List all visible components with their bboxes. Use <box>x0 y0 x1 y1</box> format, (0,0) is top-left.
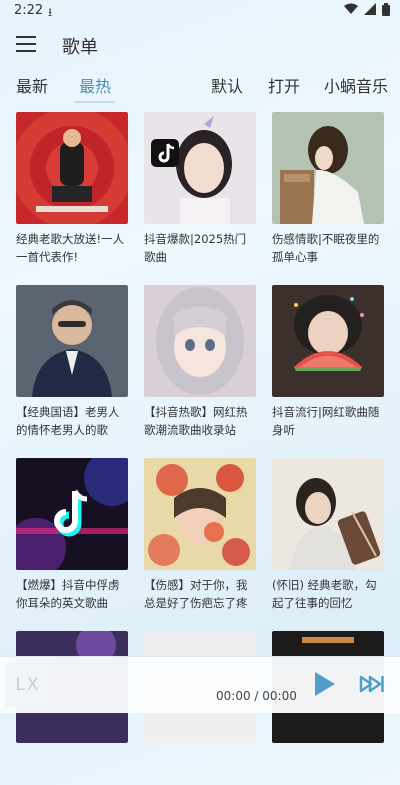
next-track-icon[interactable] <box>359 675 385 697</box>
playlist-name <box>16 749 128 785</box>
playlist-name: 【燃爆】抖音中俘虏你耳朵的英文歌曲 <box>16 578 120 610</box>
player-cover-logo[interactable]: LX <box>6 663 50 707</box>
playlist-cover <box>144 112 256 224</box>
playlist-cover <box>272 112 384 224</box>
playlist-card[interactable]: (怀旧) 经典老歌，勾起了往事的回忆 <box>272 458 384 612</box>
status-time: 2:22 <box>14 3 44 18</box>
playlist-card[interactable]: 【抖音热歌】网红热歌潮流歌曲收录站 <box>144 285 256 439</box>
tab-default[interactable]: 默认 <box>211 73 243 97</box>
signal-icon <box>364 3 376 19</box>
wifi-icon <box>344 3 358 19</box>
playlist-name <box>144 749 256 785</box>
playlist-card[interactable]: 【燃爆】抖音中俘虏你耳朵的英文歌曲 <box>16 458 128 612</box>
tab-open[interactable]: 打开 <box>268 73 300 97</box>
playlist-name: 伤感情歌|不眠夜里的孤单心事 <box>272 232 380 264</box>
playlist-name: (怀旧) 经典老歌，勾起了往事的回忆 <box>272 578 377 610</box>
battery-icon <box>382 3 390 19</box>
play-icon[interactable] <box>314 671 336 701</box>
menu-icon[interactable] <box>16 36 36 52</box>
playlist-card[interactable]: 抖音爆款|2025热门歌曲 <box>144 112 256 266</box>
playlist-cover <box>16 112 128 224</box>
status-bar: 2:22 ⭳ <box>0 0 400 24</box>
playlist-name <box>272 749 384 785</box>
playlist-card[interactable]: 【经典国语】老男人的情怀老男人的歌 <box>16 285 128 439</box>
playlist-cover <box>144 458 256 570</box>
playlist-name: 经典老歌大放送!一人一首代表作! <box>16 232 125 264</box>
playlist-card[interactable]: 抖音流行|网红歌曲随身听 <box>272 285 384 439</box>
playlist-card[interactable]: 经典老歌大放送!一人一首代表作! <box>16 112 128 266</box>
tab-hottest[interactable]: 最热 <box>74 73 116 103</box>
tab-source[interactable]: 小蜗音乐 <box>324 73 388 97</box>
player-bar: LX 00:00 / 00:00 <box>0 656 400 713</box>
playlist-name: 【伤感】对于你，我总是好了伤疤忘了疼 <box>144 578 248 610</box>
tab-newest[interactable]: 最新 <box>16 73 48 97</box>
playlist-name: 抖音流行|网红歌曲随身听 <box>272 405 380 437</box>
player-time: 00:00 / 00:00 <box>216 689 297 703</box>
playlist-cover <box>272 458 384 570</box>
playlist-name: 抖音爆款|2025热门歌曲 <box>144 232 247 264</box>
playlist-card[interactable]: 【伤感】对于你，我总是好了伤疤忘了疼 <box>144 458 256 612</box>
app-header: 歌单 <box>0 24 400 68</box>
playlist-name: 【经典国语】老男人的情怀老男人的歌 <box>16 405 120 437</box>
playlist-cover <box>272 285 384 397</box>
page-title: 歌单 <box>62 37 98 58</box>
playlist-card[interactable]: 伤感情歌|不眠夜里的孤单心事 <box>272 112 384 266</box>
playlist-cover <box>144 285 256 397</box>
download-icon: ⭳ <box>48 5 53 19</box>
playlist-name: 【抖音热歌】网红热歌潮流歌曲收录站 <box>144 405 248 437</box>
playlist-cover <box>16 285 128 397</box>
playlist-cover <box>16 458 128 570</box>
tab-bar: 最新 最热 默认 打开 小蜗音乐 <box>0 70 400 103</box>
